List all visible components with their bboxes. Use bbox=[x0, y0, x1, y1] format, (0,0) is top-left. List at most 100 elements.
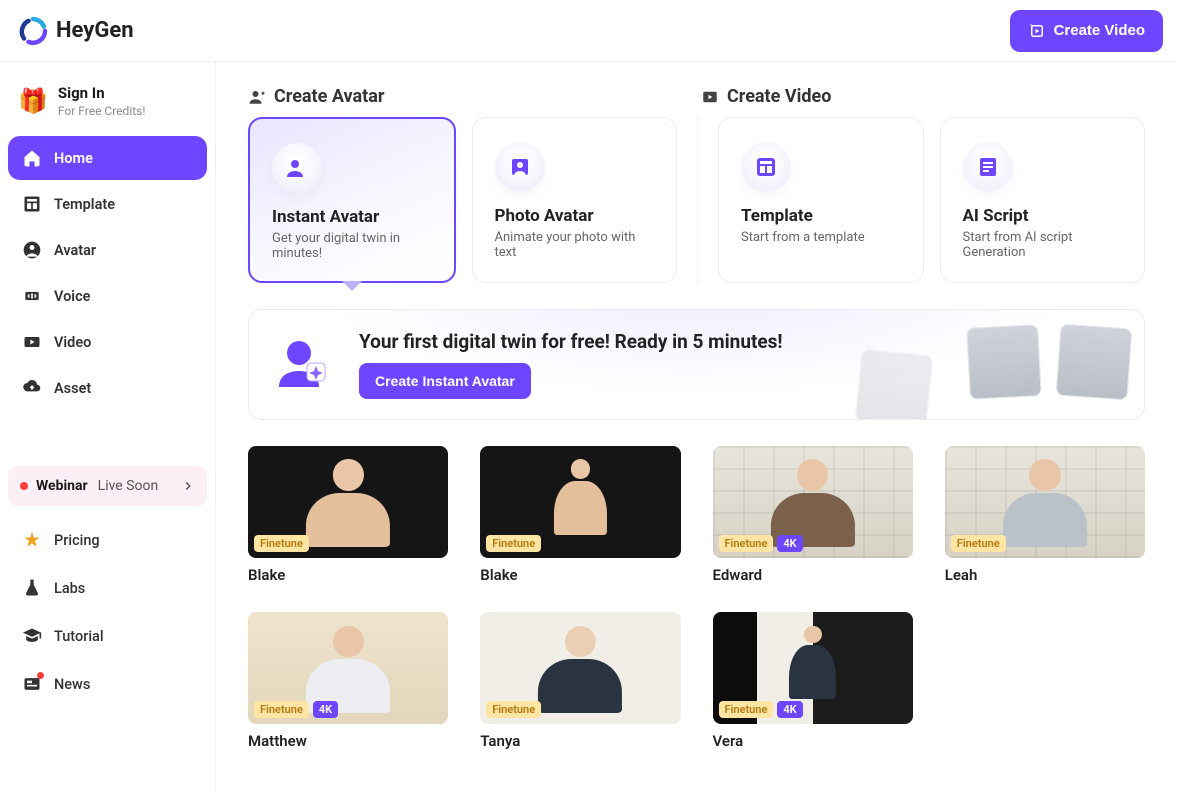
cards-divider bbox=[697, 117, 698, 283]
instant-avatar-icon bbox=[272, 143, 322, 193]
gift-icon: 🎁 bbox=[18, 87, 48, 115]
avatar-name: Vera bbox=[713, 732, 913, 750]
card-template-sub: Start from a template bbox=[741, 230, 901, 245]
nav-voice[interactable]: Voice bbox=[8, 274, 207, 318]
nav-home[interactable]: Home bbox=[8, 136, 207, 180]
avatar-tile-leah[interactable]: Finetune Leah bbox=[945, 446, 1145, 584]
nav-video-label: Video bbox=[54, 334, 91, 351]
card-photo-avatar-sub: Animate your photo with text bbox=[495, 230, 655, 260]
fourk-badge: 4K bbox=[313, 701, 338, 718]
nav-template[interactable]: Template bbox=[8, 182, 207, 226]
promo-banner: Your first digital twin for free! Ready … bbox=[248, 309, 1145, 420]
card-template-title: Template bbox=[741, 206, 901, 226]
promo-banner-thumbs bbox=[898, 316, 1130, 388]
nav-video[interactable]: Video bbox=[8, 320, 207, 364]
wand-icon bbox=[1028, 22, 1046, 40]
card-photo-avatar[interactable]: Photo Avatar Animate your photo with tex… bbox=[472, 117, 678, 283]
template-icon bbox=[22, 194, 42, 214]
avatar-thumb: Finetune 4K bbox=[713, 446, 913, 558]
card-photo-avatar-title: Photo Avatar bbox=[495, 206, 655, 226]
nav-news-label: News bbox=[54, 676, 90, 693]
finetune-badge: Finetune bbox=[719, 535, 774, 552]
nav-pricing[interactable]: Pricing bbox=[8, 518, 207, 562]
nav-tutorial-label: Tutorial bbox=[54, 628, 104, 645]
nav-avatar[interactable]: Avatar bbox=[8, 228, 207, 272]
card-template[interactable]: Template Start from a template bbox=[718, 117, 924, 283]
avatar-thumb: Finetune 4K bbox=[713, 612, 913, 724]
chevron-right-icon bbox=[181, 479, 195, 493]
template-card-icon bbox=[741, 142, 791, 192]
sign-in-title: Sign In bbox=[58, 84, 146, 102]
create-instant-avatar-button[interactable]: Create Instant Avatar bbox=[359, 363, 531, 399]
logo-icon bbox=[18, 16, 48, 46]
webinar-banner[interactable]: Webinar Live Soon bbox=[8, 466, 207, 506]
card-ai-script-sub: Start from AI script Generation bbox=[963, 230, 1123, 260]
avatar-tile-matthew[interactable]: Finetune 4K Matthew bbox=[248, 612, 448, 750]
main-content: Create Avatar Create Video Instant Avata… bbox=[216, 62, 1177, 790]
create-avatar-icon bbox=[248, 88, 266, 106]
nav-pricing-label: Pricing bbox=[54, 532, 100, 549]
avatar-tile-tanya[interactable]: Finetune Tanya bbox=[480, 612, 680, 750]
sign-in-promo[interactable]: 🎁 Sign In For Free Credits! bbox=[8, 76, 207, 132]
labs-icon bbox=[22, 578, 42, 598]
finetune-badge: Finetune bbox=[486, 701, 541, 718]
nav-voice-label: Voice bbox=[54, 288, 90, 305]
card-instant-avatar[interactable]: Instant Avatar Get your digital twin in … bbox=[248, 117, 456, 283]
avatar-tile-edward[interactable]: Finetune 4K Edward bbox=[713, 446, 913, 584]
nav-home-label: Home bbox=[54, 150, 93, 167]
nav-tutorial[interactable]: Tutorial bbox=[8, 614, 207, 658]
avatar-name: Tanya bbox=[480, 732, 680, 750]
finetune-badge: Finetune bbox=[719, 701, 774, 718]
create-video-label: Create Video bbox=[1054, 22, 1145, 39]
avatar-name: Matthew bbox=[248, 732, 448, 750]
card-ai-script-title: AI Script bbox=[963, 206, 1123, 226]
card-instant-avatar-title: Instant Avatar bbox=[272, 207, 432, 227]
card-instant-avatar-sub: Get your digital twin in minutes! bbox=[272, 231, 432, 261]
create-video-button[interactable]: Create Video bbox=[1010, 10, 1163, 52]
photo-avatar-icon bbox=[495, 142, 545, 192]
asset-icon bbox=[22, 378, 42, 398]
avatar-tile-blake-2[interactable]: Finetune Blake bbox=[480, 446, 680, 584]
card-ai-script[interactable]: AI Script Start from AI script Generatio… bbox=[940, 117, 1146, 283]
avatar-thumb: Finetune bbox=[480, 612, 680, 724]
webinar-light: Live Soon bbox=[98, 478, 159, 494]
tutorial-icon bbox=[22, 626, 42, 646]
video-icon bbox=[22, 332, 42, 352]
sign-in-sub: For Free Credits! bbox=[58, 104, 146, 118]
create-video-section-title: Create Video bbox=[727, 86, 831, 107]
create-video-section-icon bbox=[701, 88, 719, 106]
nav-template-label: Template bbox=[54, 196, 115, 213]
nav-asset[interactable]: Asset bbox=[8, 366, 207, 410]
logo[interactable]: HeyGen bbox=[18, 16, 134, 46]
avatar-tile-blake-1[interactable]: Finetune Blake bbox=[248, 446, 448, 584]
avatar-thumb: Finetune bbox=[480, 446, 680, 558]
finetune-badge: Finetune bbox=[951, 535, 1006, 552]
fourk-badge: 4K bbox=[777, 535, 802, 552]
nav-avatar-label: Avatar bbox=[54, 242, 96, 259]
avatar-name: Leah bbox=[945, 566, 1145, 584]
news-icon bbox=[22, 674, 42, 694]
finetune-badge: Finetune bbox=[254, 535, 309, 552]
pricing-icon bbox=[22, 530, 42, 550]
promo-banner-icon bbox=[273, 335, 333, 395]
nav-news[interactable]: News bbox=[8, 662, 207, 706]
webinar-bold: Webinar bbox=[36, 478, 88, 494]
home-icon bbox=[22, 148, 42, 168]
avatar-tile-vera[interactable]: Finetune 4K Vera bbox=[713, 612, 913, 750]
finetune-badge: Finetune bbox=[254, 701, 309, 718]
avatar-thumb: Finetune bbox=[248, 446, 448, 558]
avatar-thumb: Finetune 4K bbox=[248, 612, 448, 724]
nav-labs[interactable]: Labs bbox=[8, 566, 207, 610]
avatar-thumb: Finetune bbox=[945, 446, 1145, 558]
header: HeyGen Create Video bbox=[0, 0, 1177, 62]
avatar-grid: Finetune Blake Finetune Blake bbox=[248, 446, 1145, 750]
sidebar: 🎁 Sign In For Free Credits! Home Templat… bbox=[0, 62, 216, 790]
nav-asset-label: Asset bbox=[54, 380, 91, 397]
promo-banner-title: Your first digital twin for free! Ready … bbox=[359, 330, 783, 353]
ai-script-icon bbox=[963, 142, 1013, 192]
fourk-badge: 4K bbox=[777, 701, 802, 718]
secondary-nav: Pricing Labs Tutorial News bbox=[8, 518, 207, 706]
live-dot-icon bbox=[20, 482, 28, 490]
avatar-name: Blake bbox=[480, 566, 680, 584]
avatar-icon bbox=[22, 240, 42, 260]
